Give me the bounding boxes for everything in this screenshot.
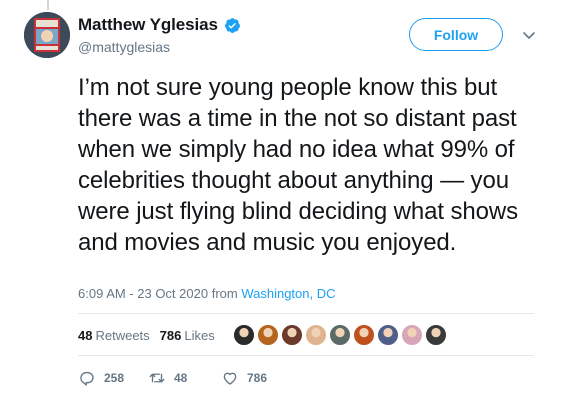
liker-avatar-9[interactable] [425,324,447,346]
retweets-stat[interactable]: 48 Retweets [78,328,150,343]
tweet-actions: 258 48 786 [78,369,267,387]
follow-button[interactable]: Follow [409,18,503,51]
like-count: 786 [247,371,268,385]
divider [78,313,534,314]
liker-avatar-4[interactable] [305,324,327,346]
liker-avatar-1[interactable] [233,324,255,346]
like-button[interactable]: 786 [221,369,267,387]
reply-button[interactable]: 258 [78,369,148,387]
reply-icon [80,371,94,386]
retweets-count: 48 [78,328,93,343]
liker-avatar-6[interactable] [353,324,375,346]
likes-count: 786 [159,328,182,343]
tweet-meta: 6:09 AM - 23 Oct 2020 from Washington, D… [78,286,336,301]
liker-avatar-3[interactable] [281,324,303,346]
likes-stat[interactable]: 786 Likes [160,328,215,343]
verified-badge-icon [224,17,240,33]
tweet-text: I’m not sure young people know this but … [78,74,519,256]
divider [78,355,534,356]
thread-line [47,0,49,10]
retweet-button[interactable]: 48 [148,369,221,387]
tweet-location[interactable]: Washington, DC [241,286,335,301]
display-name[interactable]: Matthew Yglesias [78,15,218,35]
tweet-timestamp[interactable]: 6:09 AM - 23 Oct 2020 [78,286,208,301]
liker-avatar-5[interactable] [329,324,351,346]
heart-icon [223,372,237,385]
chevron-down-icon[interactable] [521,27,537,43]
engagement-stats: 48 Retweets 786 Likes [78,328,215,343]
likes-label: Likes [184,328,215,343]
liker-avatar-2[interactable] [257,324,279,346]
liker-avatars [233,324,449,346]
user-avatar[interactable] [24,12,70,58]
retweets-label: Retweets [95,328,150,343]
reply-count: 258 [104,371,125,385]
retweet-count: 48 [174,371,188,385]
user-handle[interactable]: @mattyglesias [78,39,170,55]
liker-avatar-7[interactable] [377,324,399,346]
from-label: from [211,286,238,301]
liker-avatar-8[interactable] [401,324,423,346]
retweet-icon [149,373,165,383]
